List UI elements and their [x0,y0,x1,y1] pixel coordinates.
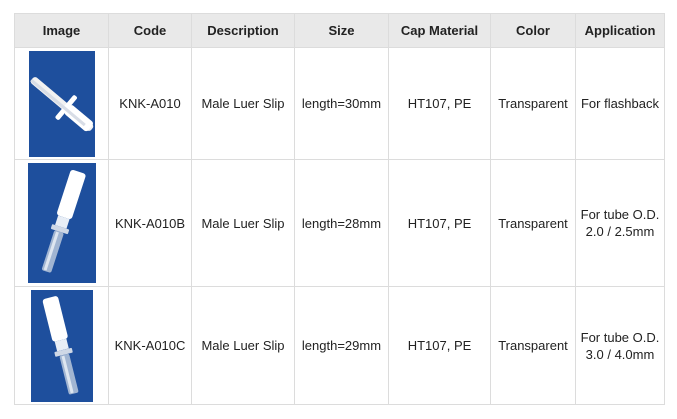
header-color: Color [490,13,576,48]
header-code: Code [108,13,192,48]
code-cell: KNK-A010B [108,159,192,287]
application-cell: For tube O.D. 3.0 / 4.0mm [575,286,665,405]
cap-material-cell: HT107, PE [388,159,491,287]
color-cell: Transparent [490,159,576,287]
application-cell: For tube O.D. 2.0 / 2.5mm [575,159,665,287]
header-cap-material: Cap Material [388,13,491,48]
description-cell: Male Luer Slip [191,286,295,405]
product-image-cell [14,286,109,405]
product-table-container: Image Code Description Size Cap Material… [14,13,665,405]
size-cell: length=28mm [294,159,389,287]
code-cell: KNK-A010 [108,47,192,160]
description-cell: Male Luer Slip [191,47,295,160]
header-description: Description [191,13,295,48]
product-image-cell [14,47,109,160]
size-cell: length=29mm [294,286,389,405]
product-table: Image Code Description Size Cap Material… [14,13,665,405]
table-row: KNK-A010B Male Luer Slip length=28mm HT1… [14,159,665,287]
cap-material-cell: HT107, PE [388,286,491,405]
description-cell: Male Luer Slip [191,159,295,287]
code-cell: KNK-A010C [108,286,192,405]
header-image: Image [14,13,109,48]
header-application: Application [575,13,665,48]
product-image-cell [14,159,109,287]
color-cell: Transparent [490,47,576,160]
table-header-row: Image Code Description Size Cap Material… [14,13,665,48]
table-row: KNK-A010C Male Luer Slip length=29mm HT1… [14,286,665,405]
table-row: KNK-A010 Male Luer Slip length=30mm HT10… [14,47,665,160]
luer-connector-tube-photo [27,163,96,283]
color-cell: Transparent [490,286,576,405]
cap-material-cell: HT107, PE [388,47,491,160]
luer-connector-flashback-photo [28,50,95,157]
luer-connector-tube-photo [30,289,93,402]
size-cell: length=30mm [294,47,389,160]
application-cell: For flashback [575,47,665,160]
header-size: Size [294,13,389,48]
